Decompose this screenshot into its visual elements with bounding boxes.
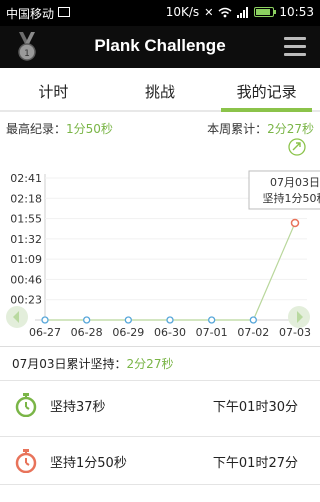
data-point — [208, 316, 216, 324]
gallery-icon — [58, 7, 70, 17]
y-tick-label: 02:41 — [10, 172, 42, 185]
daily-summary-label: 07月03日累计坚持： — [12, 357, 127, 371]
chevron-right-icon — [297, 311, 303, 323]
data-point — [249, 316, 257, 324]
session-item[interactable]: 坚持37秒 下午01时30分 — [0, 380, 320, 427]
best-record: 最高纪录：1分50秒 — [6, 120, 113, 137]
wifi-icon — [218, 7, 232, 17]
records-row: 最高纪录：1分50秒 本周累计：2分27秒 — [0, 118, 320, 138]
tooltip-date: 07月03日 — [270, 176, 320, 189]
carrier-name: 中国移动 — [6, 7, 55, 21]
series-line — [45, 222, 296, 321]
app-title: Plank Challenge — [94, 36, 226, 55]
data-point — [83, 316, 91, 324]
chart-next-button[interactable] — [288, 306, 310, 328]
signal-icon — [237, 6, 249, 18]
session-duration: 坚持37秒 — [50, 400, 106, 415]
x-tick-label: 06-27 — [29, 326, 61, 339]
tab-timer[interactable]: 计时 — [0, 76, 107, 110]
chart-svg: 00:23 00:46 01:09 01:32 01:55 02:18 02:41 06-27… — [10, 170, 320, 339]
x-tick-label: 07-02 — [237, 326, 269, 339]
tab-my-records[interactable]: 我的记录 — [213, 76, 320, 112]
x-tick-label: 07-01 — [196, 326, 228, 339]
chevron-left-icon — [13, 311, 19, 323]
daily-summary-value: 2分27秒 — [126, 357, 174, 371]
week-total-label: 本周累计： — [207, 122, 268, 136]
y-tick-label: 01:55 — [10, 213, 42, 226]
y-tick-label: 00:46 — [10, 273, 42, 286]
menu-icon[interactable] — [284, 37, 306, 57]
data-point — [41, 316, 49, 324]
session-item[interactable]: 坚持1分50秒 下午01时27分 — [0, 436, 320, 483]
data-point — [124, 316, 132, 324]
app-header: 1 Plank Challenge — [0, 26, 320, 68]
daily-summary: 07月03日累计坚持：2分27秒 — [0, 346, 320, 381]
clock: 10:53 — [279, 5, 314, 19]
tab-challenge[interactable]: 挑战 — [107, 76, 214, 110]
data-point-highlight — [290, 218, 300, 228]
tooltip-text: 坚持1分50秒 — [263, 191, 320, 205]
chart-prev-button[interactable] — [6, 306, 28, 328]
session-time: 下午01时30分 — [212, 400, 298, 415]
x-tick-label: 06-30 — [154, 326, 186, 339]
y-tick-label: 02:18 — [10, 192, 42, 205]
tab-bar: 计时 挑战 我的记录 — [0, 76, 320, 112]
data-point — [166, 316, 174, 324]
best-record-label: 最高纪录： — [6, 122, 67, 136]
record-chart: 00:23 00:46 01:09 01:32 01:55 02:18 02:41 06-27… — [0, 162, 320, 348]
session-duration: 坚持1分50秒 — [50, 456, 127, 471]
y-tick-label: 01:32 — [10, 233, 42, 246]
mute-icon: ✕ — [204, 5, 214, 19]
status-bar: 中国移动 10K/s ✕ 10:53 — [0, 0, 320, 26]
week-total-value: 2分27秒 — [267, 122, 314, 136]
y-tick-label: 00:23 — [10, 294, 42, 307]
network-speed: 10K/s — [165, 5, 200, 19]
list-divider — [0, 484, 320, 485]
x-tick-label: 06-28 — [71, 326, 103, 339]
y-tick-label: 01:09 — [10, 253, 42, 266]
share-icon[interactable] — [288, 138, 306, 156]
best-record-value: 1分50秒 — [66, 122, 113, 136]
stopwatch-green-icon — [15, 393, 37, 417]
week-total: 本周累计：2分27秒 — [207, 120, 314, 137]
x-tick-label: 06-29 — [112, 326, 144, 339]
stopwatch-orange-icon — [15, 449, 37, 473]
session-time: 下午01时27分 — [212, 456, 298, 471]
battery-icon — [254, 7, 277, 17]
